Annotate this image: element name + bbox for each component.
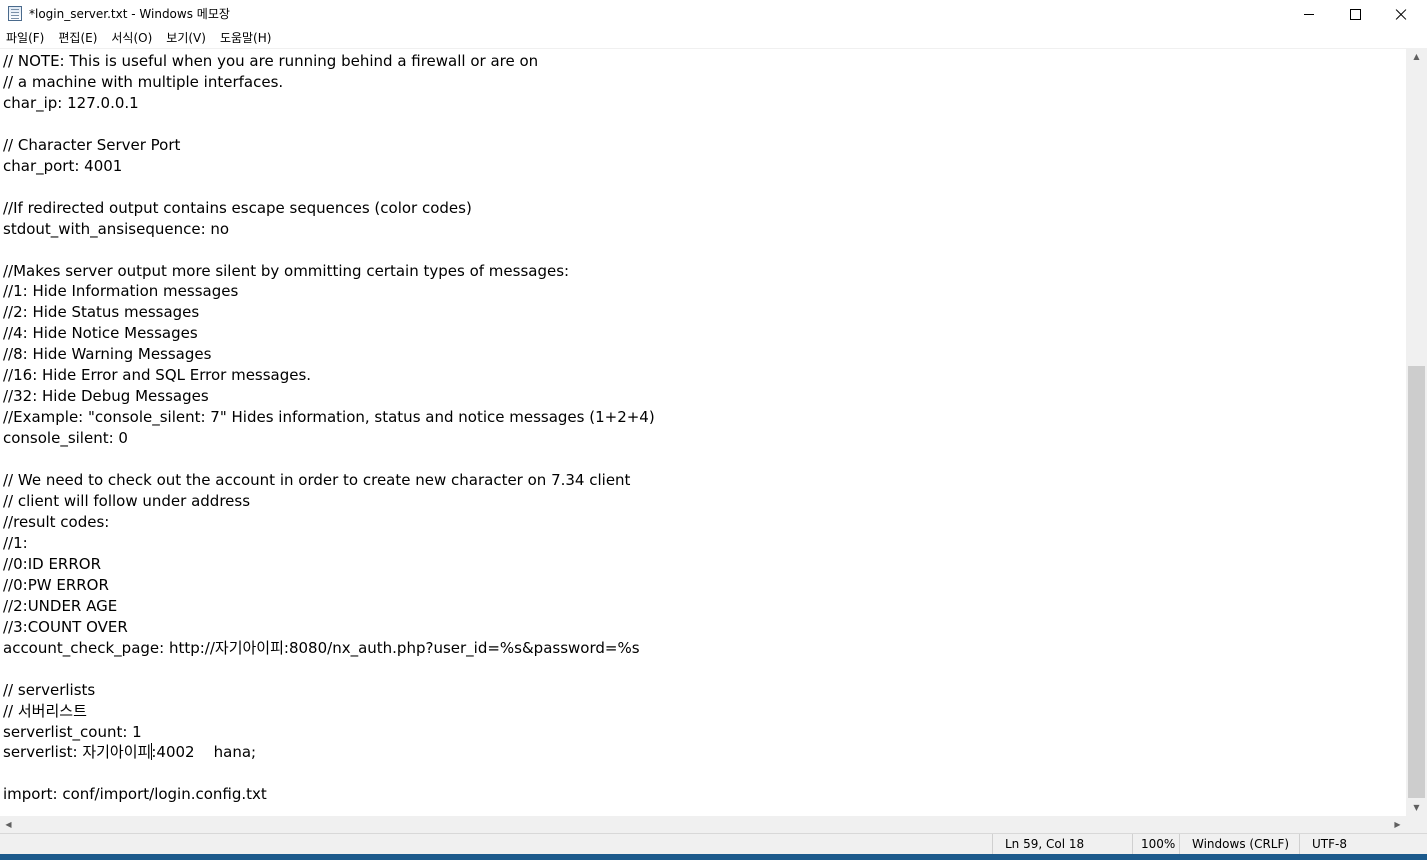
text-line: //32: Hide Debug Messages: [3, 387, 209, 406]
scrollbar-corner: [1406, 816, 1427, 833]
window-title: *login_server.txt - Windows 메모장: [29, 7, 230, 21]
menu-format[interactable]: 서식(O): [104, 28, 159, 48]
text-line: //If redirected output contains escape s…: [3, 198, 472, 217]
text-line: //16: Hide Error and SQL Error messages.: [3, 366, 312, 385]
status-zoom: 100%: [1132, 834, 1179, 854]
close-button[interactable]: [1378, 0, 1424, 28]
text-line: //2:UNDER AGE: [3, 596, 118, 615]
text-line: // 서버리스트: [3, 701, 87, 720]
text-line: //result codes:: [3, 512, 110, 531]
scroll-right-icon[interactable]: ▶: [1389, 816, 1406, 833]
notepad-icon[interactable]: [8, 6, 22, 21]
text-line: [3, 449, 655, 470]
scroll-left-icon[interactable]: ◀: [0, 816, 17, 833]
text-line: import: conf/import/login.config.txt: [3, 785, 267, 804]
vertical-scrollbar[interactable]: ▲ ▼: [1406, 48, 1427, 816]
text-line: [3, 240, 655, 261]
scroll-up-icon[interactable]: ▲: [1406, 48, 1427, 65]
text-line: // We need to check out the account in o…: [3, 471, 631, 490]
text-line-current: serverlist: 자기아이피:4002 hana;: [3, 742, 655, 763]
notepad-window: *login_server.txt - Windows 메모장 파일(F) 편집…: [0, 0, 1427, 860]
minimize-button[interactable]: [1286, 0, 1332, 28]
text-line: //1:: [3, 533, 28, 552]
text-line: //Example: "console_silent: 7" Hides inf…: [3, 408, 655, 427]
status-encoding: UTF-8: [1299, 834, 1427, 854]
text-line: [3, 114, 655, 135]
maximize-button[interactable]: [1332, 0, 1378, 28]
status-bar: Ln 59, Col 18 100% Windows (CRLF) UTF-8: [0, 833, 1427, 854]
menu-file[interactable]: 파일(F): [0, 28, 51, 48]
text-line: //0:PW ERROR: [3, 575, 109, 594]
vertical-scroll-thumb[interactable]: [1408, 366, 1425, 798]
text-line: //3:COUNT OVER: [3, 617, 128, 636]
text-line: // NOTE: This is useful when you are run…: [3, 52, 539, 70]
text-line: //8: Hide Warning Messages: [3, 345, 212, 364]
text-line: [3, 763, 655, 784]
text-line: //Makes server output more silent by omm…: [3, 261, 570, 280]
close-icon: [1395, 8, 1407, 20]
menu-bar: 파일(F) 편집(E) 서식(O) 보기(V) 도움말(H): [0, 28, 1427, 48]
menu-help[interactable]: 도움말(H): [213, 28, 279, 48]
text-line: //0:ID ERROR: [3, 554, 101, 573]
text-line: char_port: 4001: [3, 156, 123, 175]
text-line: //1: Hide Information messages: [3, 282, 239, 301]
text-after-caret: :4002 hana;: [151, 743, 257, 762]
text-line: // Character Server Port: [3, 135, 181, 154]
taskbar-edge: [0, 854, 1427, 860]
minimize-icon: [1304, 13, 1314, 15]
status-cursor-position: Ln 59, Col 18: [992, 834, 1132, 854]
text-line: // client will follow under address: [3, 492, 251, 511]
text-line: [3, 177, 655, 198]
menu-view[interactable]: 보기(V): [159, 28, 213, 48]
text-line: //4: Hide Notice Messages: [3, 324, 198, 343]
text-line: console_silent: 0: [3, 429, 128, 448]
text-content[interactable]: // NOTE: This is useful when you are run…: [3, 51, 655, 805]
text-line: account_check_page: http://자기아이피:8080/nx…: [3, 638, 640, 657]
text-before-caret: serverlist: 자기아이피: [3, 743, 152, 762]
text-line: serverlist_count: 1: [3, 722, 142, 741]
text-editor[interactable]: // NOTE: This is useful when you are run…: [0, 48, 1406, 817]
menu-edit[interactable]: 편집(E): [51, 28, 104, 48]
text-line: // serverlists: [3, 680, 96, 699]
maximize-icon: [1349, 8, 1361, 20]
text-line: [3, 659, 655, 680]
title-bar[interactable]: *login_server.txt - Windows 메모장: [0, 0, 1427, 28]
text-line: // a machine with multiple interfaces.: [3, 72, 284, 91]
text-line: stdout_with_ansisequence: no: [3, 219, 230, 238]
text-line: char_ip: 127.0.0.1: [3, 93, 139, 112]
scroll-down-icon[interactable]: ▼: [1406, 799, 1427, 816]
text-line: //2: Hide Status messages: [3, 303, 200, 322]
status-line-ending: Windows (CRLF): [1179, 834, 1299, 854]
horizontal-scrollbar[interactable]: ◀ ▶: [0, 816, 1406, 833]
